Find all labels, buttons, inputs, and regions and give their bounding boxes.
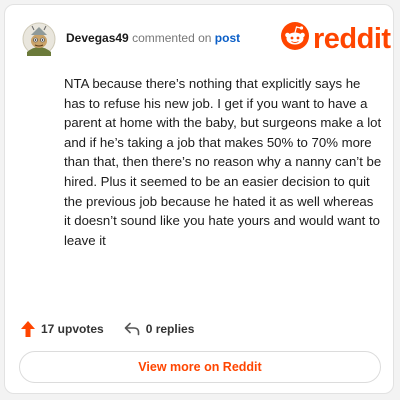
upvote-count: 17 upvotes [41,322,104,336]
comment-header: Devegas49 commented on post [66,31,240,45]
reply-count: 0 replies [145,322,195,336]
username[interactable]: Devegas49 [66,31,129,45]
user-avatar-icon[interactable] [22,22,56,56]
reply-action[interactable]: 0 replies [124,322,195,336]
reddit-logo[interactable]: reddit [280,21,391,56]
post-link[interactable]: post [215,31,240,45]
comment-actions: 17 upvotes 0 replies [21,321,194,337]
reddit-snoo-icon [280,21,310,56]
comment-card: Devegas49 commented on post reddit NTA b… [4,4,394,394]
upvote-action[interactable]: 17 upvotes [21,321,104,337]
commented-on-label: commented on [132,31,212,45]
reply-arrow-icon[interactable] [124,322,146,336]
view-more-button[interactable]: View more on Reddit [19,351,381,383]
upvote-arrow-icon[interactable] [21,321,41,337]
comment-body: NTA because there’s nothing that explici… [64,76,382,248]
reddit-wordmark: reddit [313,22,391,55]
